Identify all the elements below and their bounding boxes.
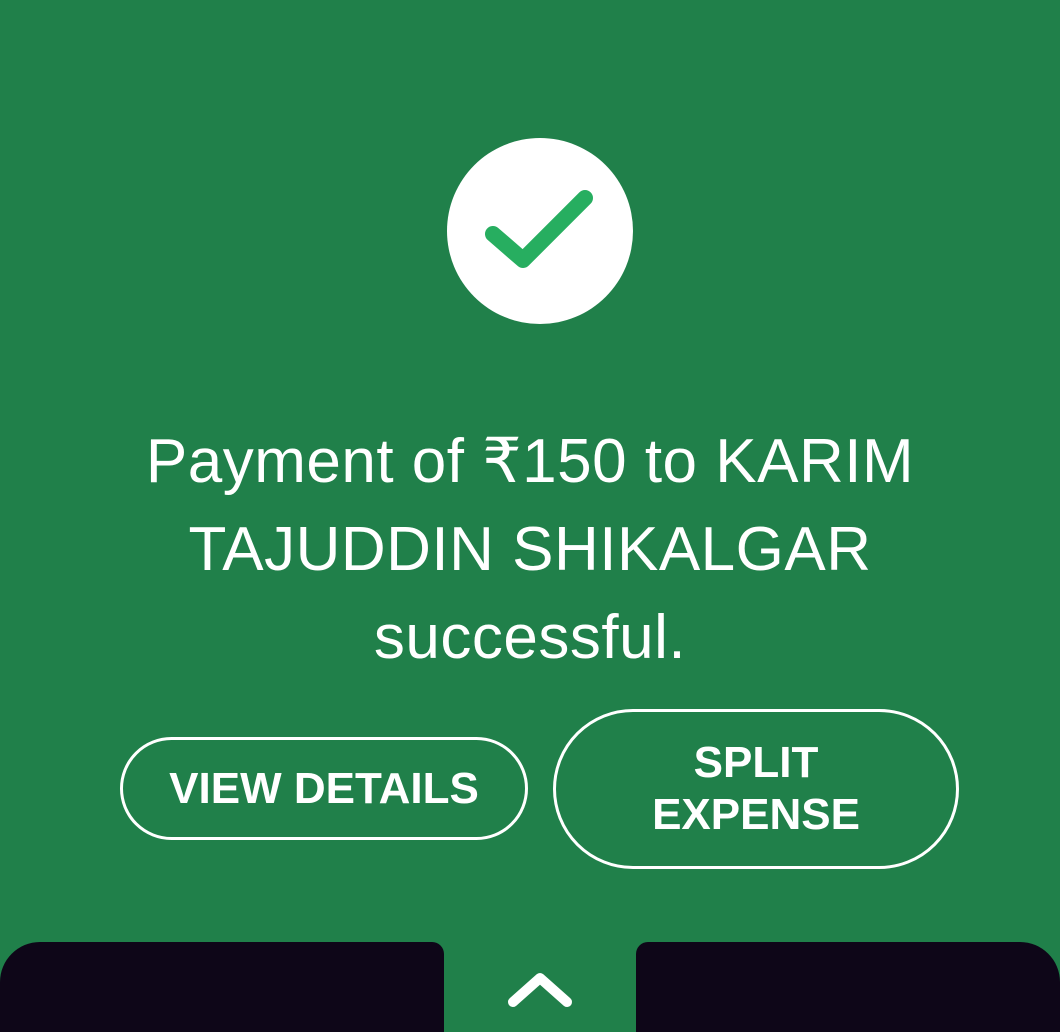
expand-sheet-handle[interactable] <box>490 960 590 1020</box>
success-badge <box>447 138 633 324</box>
checkmark-icon <box>485 190 593 268</box>
payment-success-message: Payment of ₹150 to KARIM TAJUDDIN SHIKAL… <box>145 427 915 672</box>
split-expense-button[interactable]: SPLIT EXPENSE <box>553 709 959 869</box>
view-details-label: VIEW DETAILS <box>169 763 479 813</box>
bottom-bar-right <box>636 942 1060 1032</box>
chevron-up-icon <box>508 973 572 1007</box>
payment-success-screen: Payment of ₹150 to KARIM TAJUDDIN SHIKAL… <box>0 0 1060 1032</box>
bottom-bar-left <box>0 942 444 1032</box>
view-details-button[interactable]: VIEW DETAILS <box>120 737 528 840</box>
split-expense-label: SPLIT EXPENSE <box>652 738 860 839</box>
